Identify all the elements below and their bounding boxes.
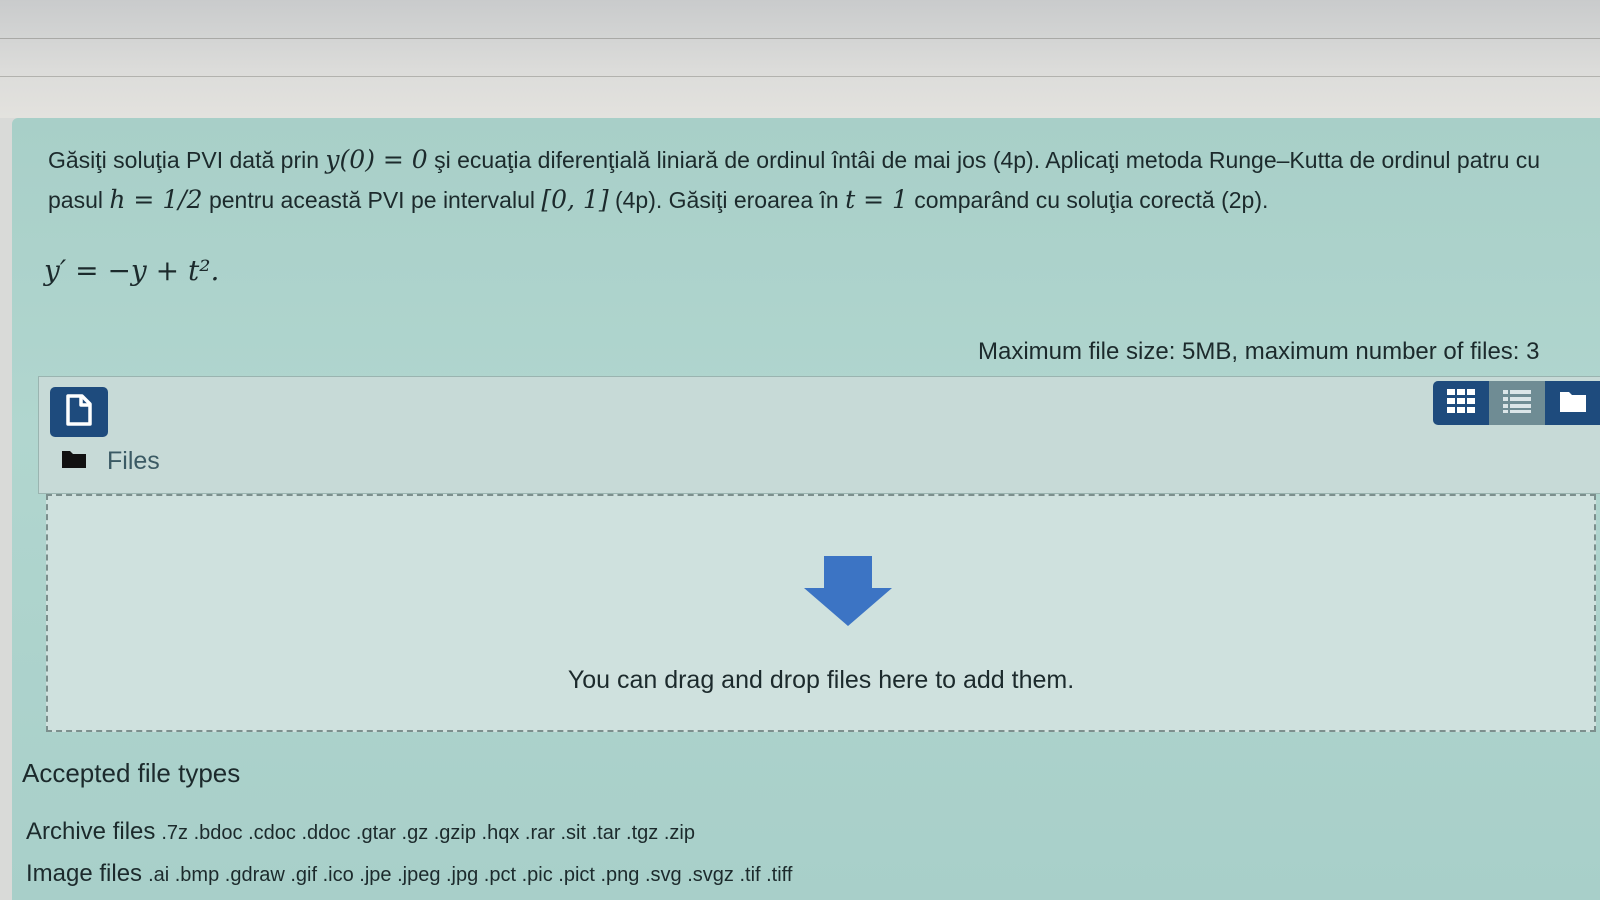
question-text-part: comparând cu soluţia corectă (2p).: [907, 187, 1269, 213]
folder-view-icon: [1559, 389, 1587, 418]
file-dropzone[interactable]: You can drag and drop files here to add …: [46, 494, 1596, 732]
divider: [0, 38, 1600, 39]
file-type-label: Archive files: [26, 818, 156, 845]
max-file-info: Maximum file size: 5MB, maximum number o…: [978, 338, 1540, 365]
browser-top-area: [0, 0, 1600, 118]
math-t-value: t = 1: [845, 185, 908, 214]
question-panel: Găsiţi soluţia PVI dată prin y(0) = 0 şi…: [12, 118, 1600, 900]
file-type-row: Archive files .7z .bdoc .cdoc .ddoc .gtar…: [26, 818, 695, 846]
dropzone-text: You can drag and drop files here to add …: [567, 666, 1075, 694]
download-arrow-icon: [802, 554, 894, 633]
list-view-button[interactable]: [1489, 381, 1545, 425]
tree-view-button[interactable]: [1545, 381, 1600, 425]
math-step-size: h = 1/2: [109, 185, 203, 214]
folder-icon: [61, 449, 87, 474]
list-view-icon: [1502, 388, 1532, 419]
add-file-icon: [64, 393, 94, 432]
view-mode-toggle: [1433, 381, 1600, 425]
differential-equation: y′ = −y + t².: [44, 254, 220, 287]
file-type-row: Image files .ai .bmp .gdraw .gif .ico .jp…: [26, 860, 792, 888]
math-initial-condition: y(0) = 0: [325, 145, 428, 174]
file-type-extensions: .7z .bdoc .cdoc .ddoc .gtar .gz .gzip .h…: [161, 822, 695, 844]
divider: [0, 76, 1600, 77]
question-text: Găsiţi soluţia PVI dată prin y(0) = 0 şi…: [48, 140, 1593, 220]
question-text-part: Găsiţi soluţia PVI dată prin: [48, 147, 326, 173]
math-interval: [0, 1]: [541, 185, 609, 214]
add-file-button[interactable]: [50, 387, 108, 437]
breadcrumb: Files: [61, 447, 160, 476]
file-type-label: Image files: [26, 860, 143, 887]
file-type-extensions: .ai .bmp .gdraw .gif .ico .jpe .jpeg .jp…: [148, 864, 793, 886]
folder-label[interactable]: Files: [107, 447, 160, 476]
grid-view-button[interactable]: [1433, 381, 1489, 425]
question-text-part: pentru această PVI pe intervalul: [202, 187, 542, 213]
grid-view-icon: [1446, 388, 1476, 419]
file-manager: Files: [38, 376, 1600, 494]
question-text-part: (4p). Găsiţi eroarea în: [608, 187, 846, 213]
accepted-file-types-title: Accepted file types: [22, 758, 241, 788]
